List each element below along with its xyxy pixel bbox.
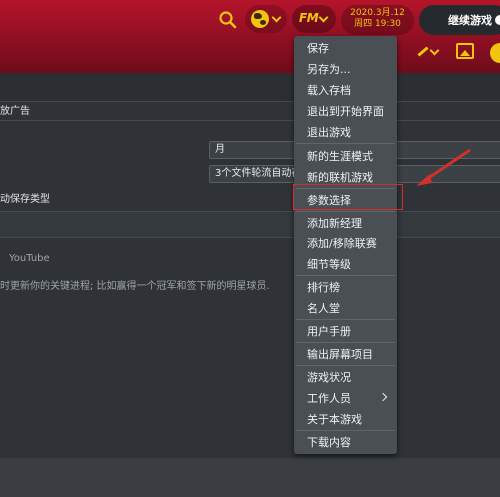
- search-icon: [219, 11, 237, 29]
- menu-item-label: 下载内容: [307, 436, 351, 449]
- search-button[interactable]: [217, 9, 239, 31]
- menu-item-game-status[interactable]: 游戏状况: [294, 366, 397, 387]
- footer-bar: [0, 458, 500, 497]
- continue-indicator-icon: [495, 15, 500, 25]
- menu-item-add-manager[interactable]: 添加新经理: [294, 212, 397, 233]
- chevron-down-icon: [318, 12, 329, 23]
- chevron-down-icon: [271, 12, 282, 23]
- menu-item-staff[interactable]: 工作人员: [294, 387, 397, 408]
- menu-item-label: 退出游戏: [307, 126, 351, 139]
- menu-item-label: 新的生涯模式: [307, 150, 373, 163]
- highlight-box: [293, 184, 403, 210]
- menu-item-label: 退出到开始界面: [307, 105, 384, 118]
- annotation-arrow-icon: [416, 148, 471, 186]
- menu-item-user-manual[interactable]: 用户手册: [294, 320, 397, 341]
- chevron-down-icon: [429, 45, 440, 56]
- menu-item-label: 工作人员: [307, 392, 351, 405]
- section-band: [0, 212, 500, 237]
- globe-icon: [251, 10, 269, 28]
- chevron-right-icon: [378, 392, 388, 402]
- pencil-icon: [417, 46, 429, 57]
- menu-item-label: 新的联机游戏: [307, 171, 373, 184]
- fm-logo: FM: [299, 11, 319, 25]
- autosave-type-label: 动保存类型: [0, 194, 50, 205]
- continue-game-label: 继续游戏: [448, 14, 492, 27]
- menu-item-exit-game[interactable]: 退出游戏: [294, 121, 397, 142]
- day-time-text: 周四 19:30: [354, 19, 401, 29]
- menu-item-label: 排行榜: [307, 281, 340, 294]
- menu-item-label: 输出屏幕项目: [307, 348, 373, 361]
- menu-item-rankings[interactable]: 排行榜: [294, 276, 397, 297]
- menu-item-download-content[interactable]: 下载内容: [294, 431, 397, 452]
- menu-item-about[interactable]: 关于本游戏: [294, 408, 397, 429]
- edit-button[interactable]: [409, 42, 445, 62]
- menu-item-save-as[interactable]: 另存为...: [294, 58, 397, 79]
- menu-item-label: 添加新经理: [307, 217, 362, 230]
- menu-item-label: 细节等级: [307, 258, 351, 271]
- youtube-label: YouTube: [9, 253, 50, 264]
- menu-item-export-screen[interactable]: 输出屏幕项目: [294, 343, 397, 364]
- image-icon[interactable]: [456, 43, 474, 59]
- fm-menu-button[interactable]: FM: [292, 5, 336, 33]
- menu-item-label: 载入存档: [307, 84, 351, 97]
- menu-item-label: 保存: [307, 42, 329, 55]
- youtube-description: 时更新你的关键进程; 比如赢得一个冠军和签下新的明星球员.: [0, 281, 270, 292]
- ads-label: 放广告: [0, 106, 30, 117]
- menu-item-label: 关于本游戏: [307, 413, 362, 426]
- divider: [0, 237, 500, 238]
- top-header: FM 2020.3月.12 周四 19:30 继续游戏: [0, 0, 500, 73]
- continue-game-button[interactable]: 继续游戏: [419, 5, 500, 35]
- game-date: 2020.3月.12 周四 19:30: [341, 5, 414, 35]
- divider: [0, 120, 500, 121]
- menu-separator: [296, 143, 395, 144]
- menu-item-label: 名人堂: [307, 302, 340, 315]
- menu-item-new-career[interactable]: 新的生涯模式: [294, 145, 397, 166]
- menu-item-hall-of-fame[interactable]: 名人堂: [294, 297, 397, 318]
- menu-item-load[interactable]: 载入存档: [294, 79, 397, 100]
- menu-item-label: 添加/移除联赛: [307, 237, 377, 250]
- menu-item-label: 另存为...: [307, 63, 351, 76]
- menu-item-detail-level[interactable]: 细节等级: [294, 253, 397, 274]
- menu-item-label: 游戏状况: [307, 371, 351, 384]
- language-button[interactable]: [245, 5, 287, 33]
- divider: [0, 101, 500, 102]
- toolbar-band: [0, 73, 500, 101]
- fm-dropdown-menu: 保存 另存为... 载入存档 退出到开始界面 退出游戏 新的生涯模式 新的联机游…: [294, 36, 397, 454]
- menu-item-save[interactable]: 保存: [294, 37, 397, 58]
- date-text: 2020.3月.12: [350, 8, 405, 18]
- menu-item-exit-to-start[interactable]: 退出到开始界面: [294, 100, 397, 121]
- menu-item-label: 用户手册: [307, 325, 351, 338]
- settings-content: 放广告 月 3个文件轮流自动存 动保存类型 YouTube 时更新你的关键进程;…: [0, 73, 500, 497]
- menu-item-add-remove-leagues[interactable]: 添加/移除联赛: [294, 232, 397, 253]
